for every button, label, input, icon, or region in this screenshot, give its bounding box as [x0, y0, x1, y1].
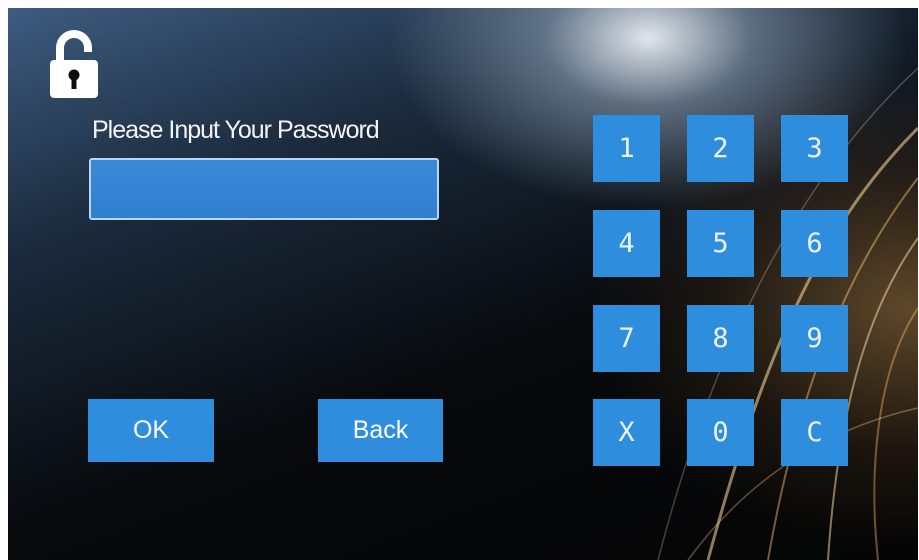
keypad-key-9[interactable]: 9 [781, 305, 848, 372]
keypad-key-delete[interactable]: X [593, 399, 660, 466]
password-input[interactable] [89, 158, 439, 220]
keypad-key-4[interactable]: 4 [593, 210, 660, 277]
password-prompt-label: Please Input Your Password [92, 116, 380, 144]
keypad-key-7[interactable]: 7 [593, 305, 660, 372]
keypad-key-0[interactable]: 0 [687, 399, 754, 466]
keypad-key-8[interactable]: 8 [687, 305, 754, 372]
password-screen: Please Input Your Password OK Back 1 2 3… [8, 8, 918, 560]
back-button[interactable]: Back [318, 399, 443, 462]
keypad-key-5[interactable]: 5 [687, 210, 754, 277]
keypad-key-1[interactable]: 1 [593, 115, 660, 182]
keypad-key-6[interactable]: 6 [781, 210, 848, 277]
keypad-key-3[interactable]: 3 [781, 115, 848, 182]
keypad-key-clear[interactable]: C [781, 399, 848, 466]
background-light-swirl [657, 67, 918, 560]
unlocked-padlock-icon [50, 30, 98, 98]
keypad-key-2[interactable]: 2 [687, 115, 754, 182]
ok-button[interactable]: OK [88, 399, 214, 462]
